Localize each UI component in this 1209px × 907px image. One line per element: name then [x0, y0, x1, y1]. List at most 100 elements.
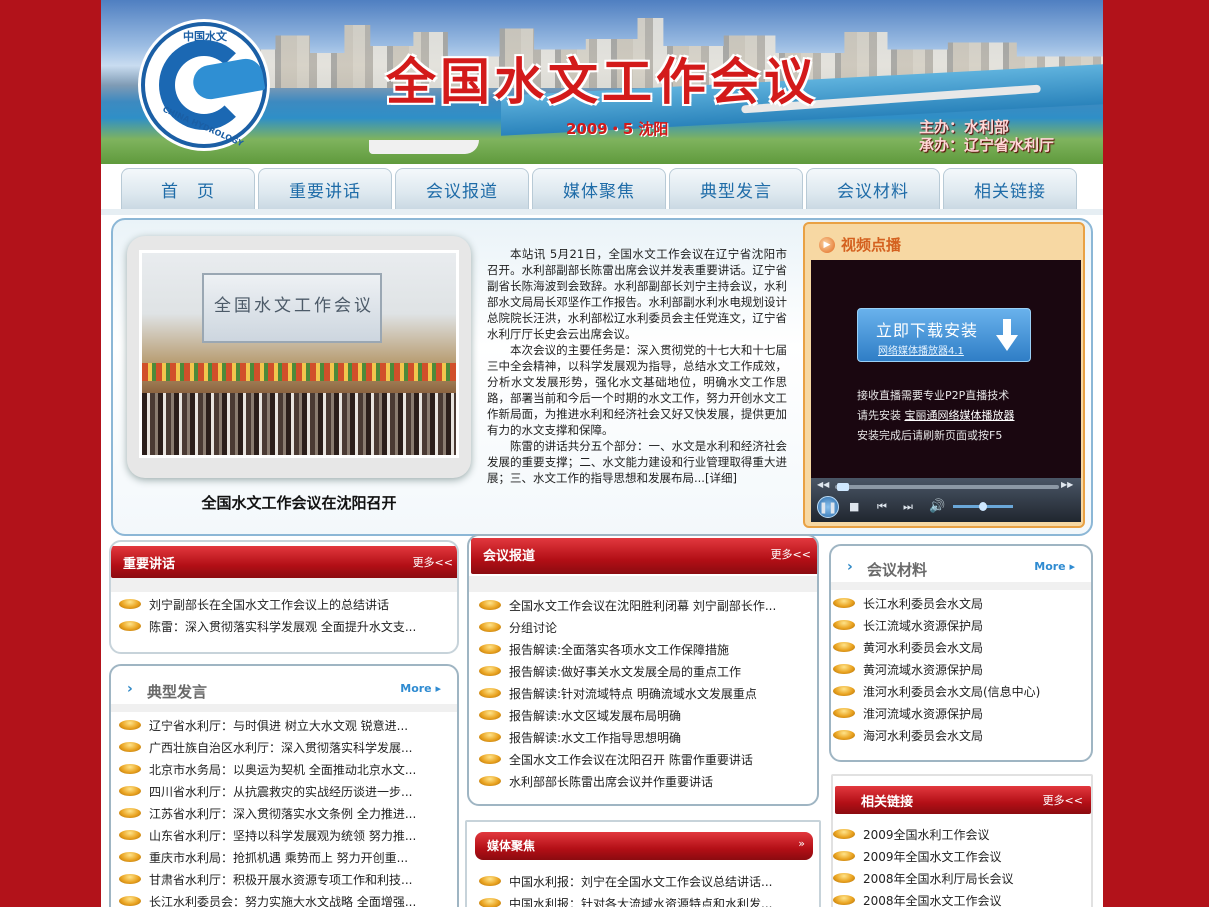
list-item[interactable]: 分组讨论 — [479, 616, 776, 638]
rewind-icon[interactable]: ◀◀ — [817, 480, 829, 489]
list-item[interactable]: 全国水文工作会议在沈阳召开 陈雷作重要讲话 — [479, 748, 776, 770]
host-info: 主办：水利部 承办：辽宁省水利厅 — [919, 118, 1054, 154]
list-item[interactable]: 报告解读:全面落实各项水文工作保障措施 — [479, 638, 776, 660]
fast-forward-icon[interactable]: ▶▶ — [1061, 480, 1073, 489]
list-item-text: 山东省水利厅：坚持以科学发展观为统领 努力推... — [149, 828, 417, 843]
list-item[interactable]: 广西壮族自治区水利厅：深入贯彻落实科学发展... — [119, 736, 416, 758]
gold-bullet-icon — [479, 732, 501, 742]
nav-materials[interactable]: 会议材料 — [806, 168, 940, 210]
seek-bar[interactable] — [835, 483, 1059, 491]
download-install-button[interactable]: 立即下载安装 网络媒体播放器4.1 — [857, 308, 1031, 362]
list-item[interactable]: 海河水利委员会水文局 — [833, 724, 1040, 746]
links-more-link[interactable]: 更多<< — [1043, 792, 1083, 808]
volume-handle[interactable] — [979, 502, 987, 511]
next-icon[interactable]: ⏭ — [903, 500, 913, 514]
links-header: 相关链接 更多<< — [835, 786, 1091, 814]
speeches-list: 刘宁副部长在全国水文工作会议上的总结讲话 陈雷：深入贯彻落实科学发展观 全面提升… — [119, 593, 416, 637]
list-item[interactable]: 长江流域水资源保护局 — [833, 614, 1040, 636]
feature-photo[interactable]: 全国水文工作会议 — [139, 250, 459, 458]
list-item[interactable]: 中国水利报：针对各大流域水资源特点和水利发... — [479, 892, 772, 907]
feature-caption[interactable]: 全国水文工作会议在沈阳召开 — [127, 492, 471, 513]
list-item-text: 2008年全国水文工作会议 — [863, 893, 1002, 907]
typical-box: › 典型发言 More ▸ 辽宁省水利厅：与时俱进 树立大水文观 锐意进... … — [109, 664, 459, 907]
speeches-more-link[interactable]: 更多<< — [413, 554, 453, 570]
speeches-header: 重要讲话 更多<< — [111, 546, 457, 578]
list-item[interactable]: 中国水利报：刘宁在全国水文工作会议总结讲话... — [479, 870, 772, 892]
list-item[interactable]: 淮河流域水资源保护局 — [833, 702, 1040, 724]
player-install-link[interactable]: 宝丽通网络媒体播放器 — [905, 409, 1015, 422]
feature-box: 全国水文工作会议 全国水文工作会议在沈阳召开 本站讯 5月21日，全国水文工作会… — [111, 218, 1093, 536]
list-item[interactable]: 长江水利委员会：努力实施大水文战略 全面增强... — [119, 890, 416, 907]
list-item[interactable]: 全国水文工作会议在沈阳胜利闭幕 刘宁副部长作... — [479, 594, 776, 616]
list-item[interactable]: 报告解读:水文区域发展布局明确 — [479, 704, 776, 726]
list-item-text: 报告解读:水文工作指导思想明确 — [509, 730, 682, 745]
list-item[interactable]: 刘宁副部长在全国水文工作会议上的总结讲话 — [119, 593, 416, 615]
links-title: 相关链接 — [861, 795, 914, 810]
nav-links[interactable]: 相关链接 — [943, 168, 1077, 210]
gold-bullet-icon — [833, 642, 855, 652]
list-item-text: 2008年全国水利厅局长会议 — [863, 871, 1014, 886]
list-item[interactable]: 2009全国水利工作会议 — [833, 823, 1014, 845]
nav-home[interactable]: 首 页 — [121, 168, 255, 210]
nav-speeches[interactable]: 重要讲话 — [258, 168, 392, 210]
video-title: ▶ 视频点播 — [819, 234, 901, 255]
list-item[interactable]: 报告解读:针对流域特点 明确流域水文发展重点 — [479, 682, 776, 704]
nav-underline — [101, 209, 1103, 215]
previous-icon[interactable]: ⏮ — [877, 500, 887, 514]
article-paragraph-3: 陈雷的讲话共分五个部分：一、水文是水利和经济社会发展的重要支撑；二、水文能力建设… — [487, 438, 787, 486]
gold-bullet-icon — [119, 874, 141, 884]
list-item[interactable]: 2008年全国水利厅局长会议 — [833, 867, 1014, 889]
list-item[interactable]: 四川省水利厅：从抗震救灾的实战经历谈进一步... — [119, 780, 416, 802]
player-version-link[interactable]: 网络媒体播放器4.1 — [878, 342, 964, 357]
gold-bullet-icon — [833, 895, 855, 905]
media-player-controls: ◀◀ ▶▶ ❚❚ ■ ⏮ ⏭ 🔊 — [811, 478, 1081, 522]
list-item[interactable]: 黄河流域水资源保护局 — [833, 658, 1040, 680]
seek-handle[interactable] — [837, 483, 849, 491]
list-item-text: 海河水利委员会水文局 — [863, 728, 984, 743]
list-item[interactable]: 2009年全国水文工作会议 — [833, 845, 1014, 867]
list-item-text: 中国水利报：针对各大流域水资源特点和水利发... — [509, 896, 773, 907]
list-item[interactable]: 甘肃省水利厅：积极开展水资源专项工作和利技... — [119, 868, 416, 890]
reports-more-link[interactable]: 更多<< — [771, 546, 811, 562]
typical-header: › 典型发言 More ▸ — [111, 672, 457, 706]
volume-icon[interactable]: 🔊 — [929, 499, 945, 514]
list-item[interactable]: 报告解读:做好事关水文发展全局的重点工作 — [479, 660, 776, 682]
gold-bullet-icon — [479, 876, 501, 886]
typical-more-link[interactable]: More ▸ — [400, 682, 441, 695]
list-item[interactable]: 江苏省水利厅：深入贯彻落实水文条例 全力推进... — [119, 802, 416, 824]
list-item[interactable]: 报告解读:水文工作指导思想明确 — [479, 726, 776, 748]
flower-row — [142, 363, 456, 381]
list-item-text: 淮河流域水资源保护局 — [863, 706, 984, 721]
list-item[interactable]: 北京市水务局：以奥运为契机 全面推动北京水文... — [119, 758, 416, 780]
nav-media[interactable]: 媒体聚焦 — [532, 168, 666, 210]
pause-button[interactable]: ❚❚ — [817, 496, 839, 518]
list-item[interactable]: 2008年全国水文工作会议 — [833, 889, 1014, 907]
gold-bullet-icon — [479, 688, 501, 698]
list-item[interactable]: 重庆市水利局：抢抓机遇 乘势而上 努力开创重... — [119, 846, 416, 868]
stop-icon[interactable]: ■ — [849, 500, 859, 513]
materials-more-link[interactable]: More ▸ — [1034, 560, 1075, 573]
list-item[interactable]: 水利部部长陈雷出席会议并作重要讲话 — [479, 770, 776, 792]
list-item[interactable]: 淮河水利委员会水文局(信息中心) — [833, 680, 1040, 702]
gold-bullet-icon — [833, 851, 855, 861]
list-item[interactable]: 陈雷：深入贯彻落实科学发展观 全面提升水文支... — [119, 615, 416, 637]
list-item-text: 黄河水利委员会水文局 — [863, 640, 984, 655]
gold-bullet-icon — [479, 776, 501, 786]
nav-typical[interactable]: 典型发言 — [669, 168, 803, 210]
list-item[interactable]: 辽宁省水利厅：与时俱进 树立大水文观 锐意进... — [119, 714, 416, 736]
list-item[interactable]: 长江水利委员会水文局 — [833, 592, 1040, 614]
volume-slider[interactable] — [953, 502, 1013, 511]
gold-bullet-icon — [119, 764, 141, 774]
audience — [142, 393, 456, 455]
page: 中国水文 CHINA HYDROLOGY 全国水文工作会议 2009・5 沈阳 … — [101, 0, 1103, 907]
list-item[interactable]: 山东省水利厅：坚持以科学发展观为统领 努力推... — [119, 824, 416, 846]
nav-reports[interactable]: 会议报道 — [395, 168, 529, 210]
feature-photo-frame: 全国水文工作会议 — [127, 236, 471, 478]
gold-bullet-icon — [833, 664, 855, 674]
detail-link[interactable]: [详细] — [705, 471, 737, 485]
double-chevron-right-icon[interactable]: » — [798, 837, 805, 850]
list-item-text: 广西壮族自治区水利厅：深入贯彻落实科学发展... — [149, 740, 413, 755]
gold-bullet-icon — [479, 600, 501, 610]
list-item[interactable]: 黄河水利委员会水文局 — [833, 636, 1040, 658]
instruction-line-2: 请先安装 宝丽通网络媒体播放器 — [857, 406, 1041, 426]
